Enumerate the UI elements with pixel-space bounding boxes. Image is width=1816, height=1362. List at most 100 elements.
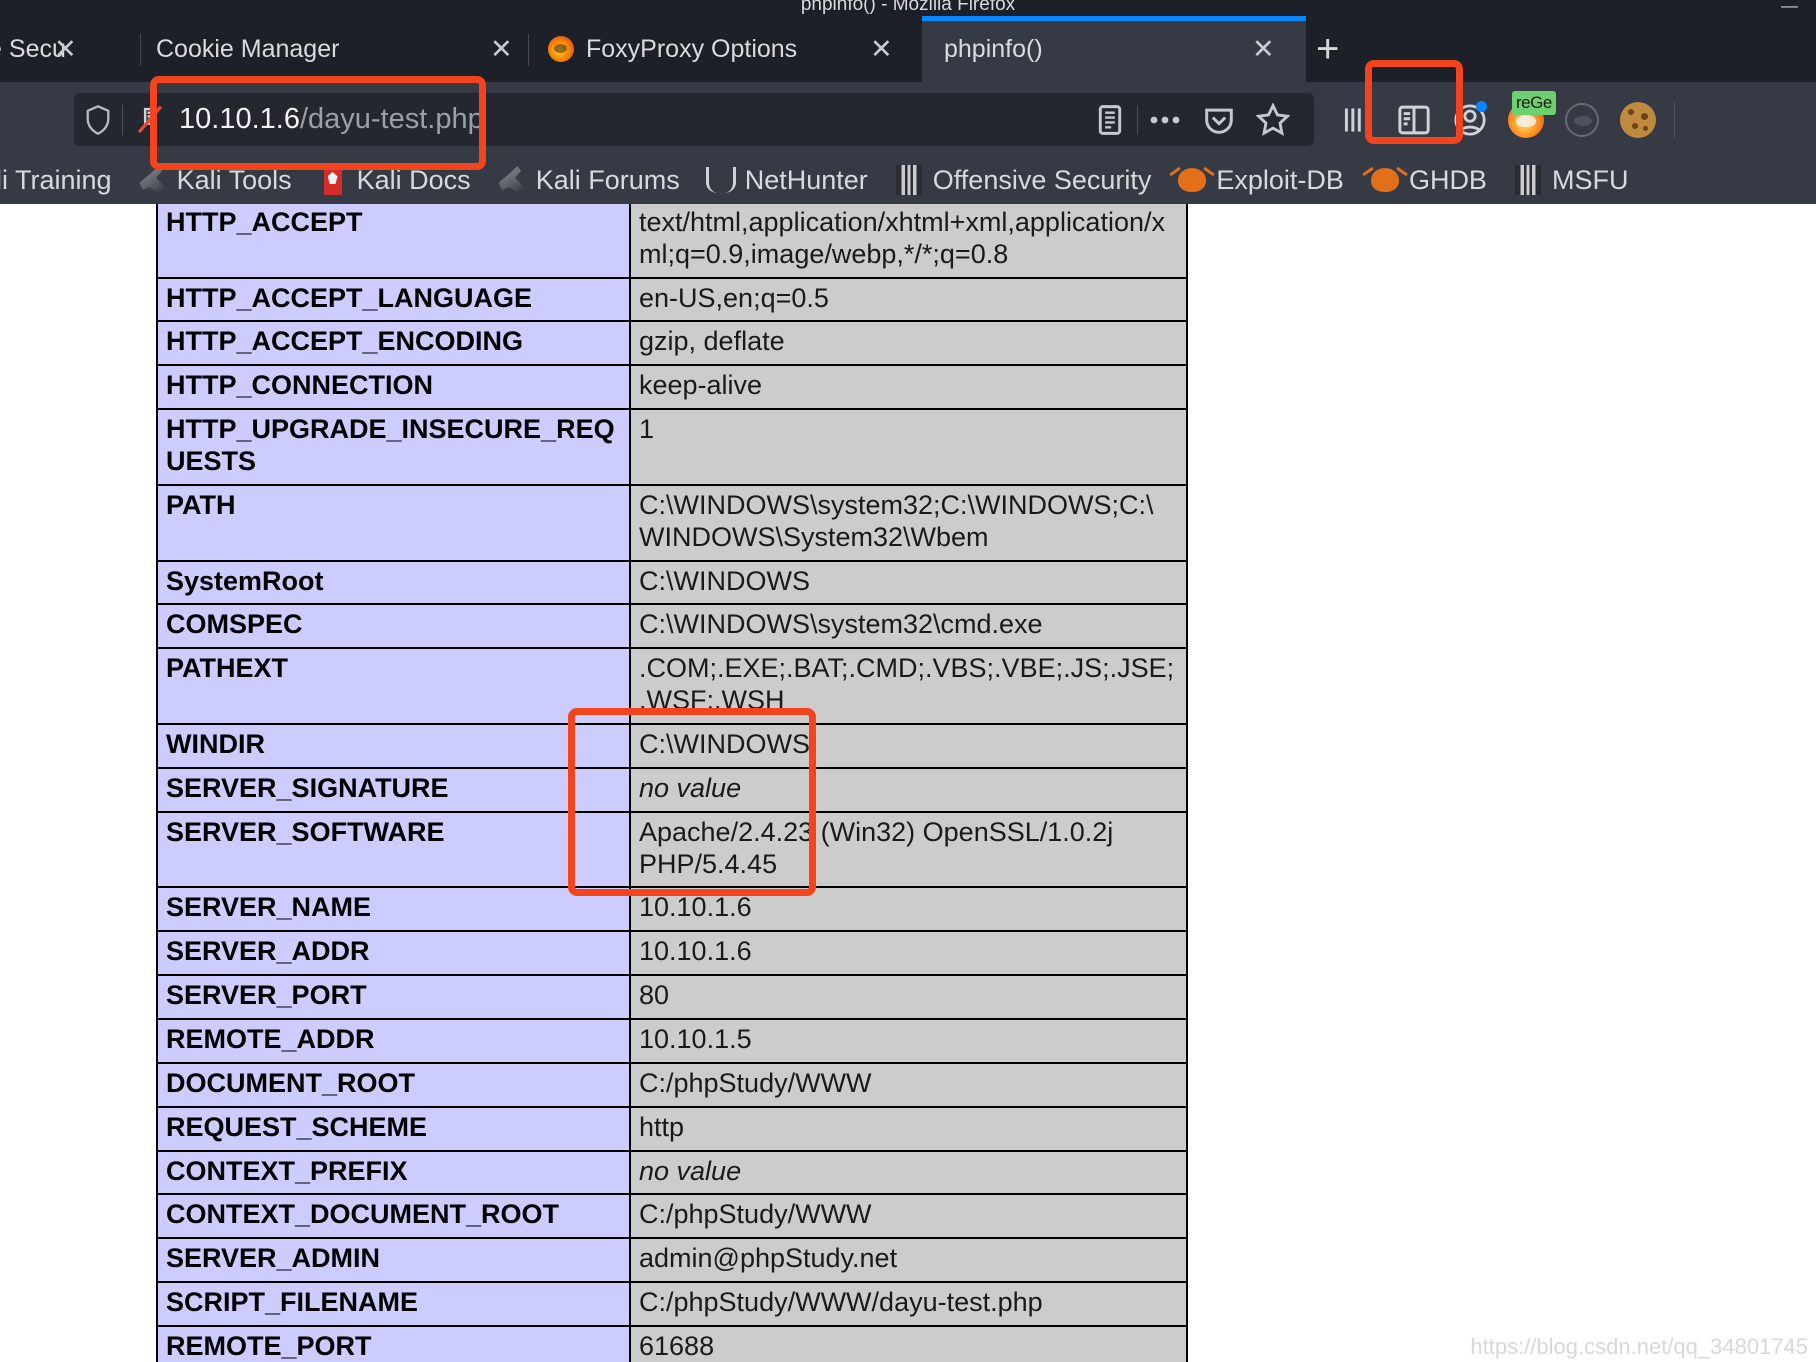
table-row: PATHEXT .COM;.EXE;.BAT;.CMD;.VBS;.VBE;.JS… [156, 647, 1188, 726]
active-tab-indicator [922, 16, 1306, 21]
bookmark-ghdb[interactable]: GHDB [1370, 165, 1487, 196]
table-value-cell: C:\WINDOWS [629, 559, 1188, 606]
bug-icon [1177, 165, 1207, 195]
permission-blocked-icon[interactable] [123, 103, 177, 137]
account-notification-dot [1476, 101, 1487, 112]
table-key-cell: SERVER_SOFTWARE [156, 810, 631, 889]
disabled-extension-button[interactable] [1554, 93, 1610, 146]
offsec-icon [1513, 165, 1543, 195]
table-row: HTTP_ACCEPT_LANGUAGE en-US,en;q=0.5 [156, 276, 1188, 323]
bookmark-label: li Training [0, 164, 112, 195]
table-value-cell: text/html,application/xhtml+xml,applicat… [629, 204, 1188, 279]
table-row: SERVER_PORT 80 [156, 974, 1188, 1021]
table-row: CONTEXT_PREFIX no value [156, 1149, 1188, 1196]
offsec-icon [894, 165, 924, 195]
table-key-cell: REMOTE_ADDR [156, 1018, 631, 1064]
kali-dragon-icon [138, 165, 168, 195]
tab-phpinfo[interactable]: phpinfo() ✕ [922, 16, 1306, 82]
table-value-cell: 10.10.1.5 [629, 1018, 1188, 1064]
cookie-extension-button[interactable] [1610, 93, 1666, 146]
bookmark-msfu[interactable]: MSFU [1513, 164, 1629, 196]
table-key-cell: SERVER_SIGNATURE [156, 766, 631, 813]
navigation-toolbar: 10.10.1.6/dayu-test.php reGe [0, 82, 1816, 156]
bookmark-offensive-security[interactable]: Offensive Security [894, 164, 1152, 196]
library-icon[interactable] [1330, 93, 1386, 146]
bookmark-label: Offensive Security [932, 164, 1152, 195]
browser-window: phpinfo() - Mozilla Firefox — ive Secu ✕… [0, 0, 1816, 1362]
table-row: HTTP_ACCEPT_ENCODING gzip, deflate [156, 320, 1188, 367]
table-value-cell: C:/phpStudy/WWW/dayu-test.php [629, 1281, 1188, 1328]
foxyproxy-extension-button[interactable]: reGe [1498, 91, 1556, 146]
table-row: REMOTE_PORT 61688 [156, 1325, 1188, 1362]
kali-docs-icon [318, 165, 348, 195]
table-value-cell: 10.10.1.6 [629, 930, 1188, 977]
tab-close-icon[interactable]: ✕ [490, 36, 513, 63]
table-value-cell: en-US,en;q=0.5 [629, 276, 1188, 323]
table-key-cell: DOCUMENT_ROOT [156, 1061, 631, 1108]
account-icon[interactable] [1442, 93, 1498, 146]
bug-icon [1370, 165, 1400, 195]
disabled-extension-icon [1565, 102, 1599, 137]
table-value-cell: C:\WINDOWS\system32;C:\WINDOWS;C:\WINDOW… [629, 483, 1188, 562]
bookmarks-bar: li Training Kali Tools Kali Docs Kali Fo… [0, 156, 1816, 204]
table-key-cell: HTTP_ACCEPT_LANGUAGE [156, 276, 631, 323]
bookmark-nethunter[interactable]: NetHunter [705, 165, 868, 196]
bookmark-label: Kali Tools [176, 164, 292, 195]
table-row: SERVER_SOFTWARE Apache/2.4.23 (Win32) Ope… [156, 810, 1188, 889]
table-value-cell: C:\WINDOWS\system32\cmd.exe [629, 603, 1188, 650]
sidebar-icon[interactable] [1386, 93, 1442, 146]
foxyproxy-badge: reGe [1512, 91, 1556, 115]
table-row: HTTP_CONNECTION keep-alive [156, 364, 1188, 411]
table-key-cell: PATH [156, 483, 631, 562]
table-row: SERVER_NAME 10.10.1.6 [156, 886, 1188, 933]
table-key-cell: HTTP_ACCEPT_ENCODING [156, 320, 631, 367]
table-row: WINDIR C:\WINDOWS [156, 723, 1188, 769]
table-value-cell: C:/phpStudy/WWW [629, 1061, 1188, 1108]
url-text[interactable]: 10.10.1.6/dayu-test.php [177, 103, 1083, 136]
new-tab-button[interactable]: + [1316, 29, 1339, 69]
reader-mode-icon[interactable] [1083, 103, 1137, 137]
window-title-bar: phpinfo() - Mozilla Firefox — [0, 0, 1816, 16]
tab-offensive-security[interactable]: ive Secu ✕ [0, 16, 140, 82]
tab-close-icon[interactable]: ✕ [54, 36, 77, 63]
table-row: CONTEXT_DOCUMENT_ROOT C:/phpStudy/WWW [156, 1193, 1188, 1240]
star-icon[interactable] [1246, 102, 1300, 137]
table-row: SystemRoot C:\WINDOWS [156, 559, 1188, 606]
tab-close-icon[interactable]: ✕ [1252, 36, 1275, 63]
cookie-icon [1620, 101, 1656, 138]
toolbar-buttons: reGe [1330, 91, 1683, 146]
ellipsis-icon[interactable] [1138, 114, 1192, 126]
address-bar[interactable]: 10.10.1.6/dayu-test.php [74, 93, 1314, 146]
tab-foxyproxy-options[interactable]: FoxyProxy Options ✕ [548, 16, 918, 82]
bookmark-kali-tools[interactable]: Kali Tools [138, 165, 292, 196]
tab-close-icon[interactable]: ✕ [870, 36, 893, 63]
table-row: DOCUMENT_ROOT C:/phpStudy/WWW [156, 1061, 1188, 1108]
window-title: phpinfo() - Mozilla Firefox [800, 0, 1016, 15]
minimize-button[interactable]: — [1781, 0, 1808, 15]
bookmark-kali-docs[interactable]: Kali Docs [318, 165, 471, 196]
bookmark-exploit-db[interactable]: Exploit-DB [1177, 165, 1344, 196]
url-host: 10.10.1.6 [179, 103, 300, 135]
tab-label: Cookie Manager [156, 34, 340, 63]
tab-cookie-manager[interactable]: Cookie Manager ✕ [156, 16, 526, 82]
bookmark-label: MSFU [1551, 164, 1629, 195]
shield-icon[interactable] [74, 104, 122, 136]
table-value-cell: no value [629, 1149, 1188, 1196]
table-key-cell: SCRIPT_FILENAME [156, 1281, 631, 1328]
table-value-cell: Apache/2.4.23 (Win32) OpenSSL/1.0.2j PHP… [629, 810, 1188, 889]
table-key-cell: SystemRoot [156, 559, 631, 606]
table-row: HTTP_ACCEPT text/html,application/xhtml+x… [156, 204, 1188, 279]
bookmark-kali-training[interactable]: li Training [0, 165, 112, 196]
pocket-icon[interactable] [1192, 104, 1246, 136]
window-controls[interactable]: — [1781, 0, 1808, 16]
table-value-cell: gzip, deflate [629, 320, 1188, 367]
table-key-cell: SERVER_ADDR [156, 930, 631, 977]
table-key-cell: SERVER_ADMIN [156, 1237, 631, 1284]
table-key-cell: SERVER_PORT [156, 974, 631, 1021]
table-value-cell: 1 [629, 408, 1188, 486]
watermark: https://blog.csdn.net/qq_34801745 [1470, 1334, 1808, 1359]
bookmark-kali-forums[interactable]: Kali Forums [497, 165, 680, 196]
table-key-cell: SERVER_NAME [156, 886, 631, 933]
table-value-cell: http [629, 1105, 1188, 1152]
table-row: REMOTE_ADDR 10.10.1.5 [156, 1018, 1188, 1064]
